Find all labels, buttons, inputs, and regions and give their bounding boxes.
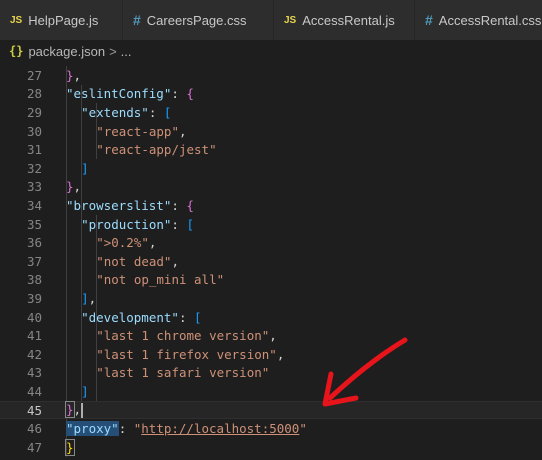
- red-arrow-icon: [322, 337, 408, 407]
